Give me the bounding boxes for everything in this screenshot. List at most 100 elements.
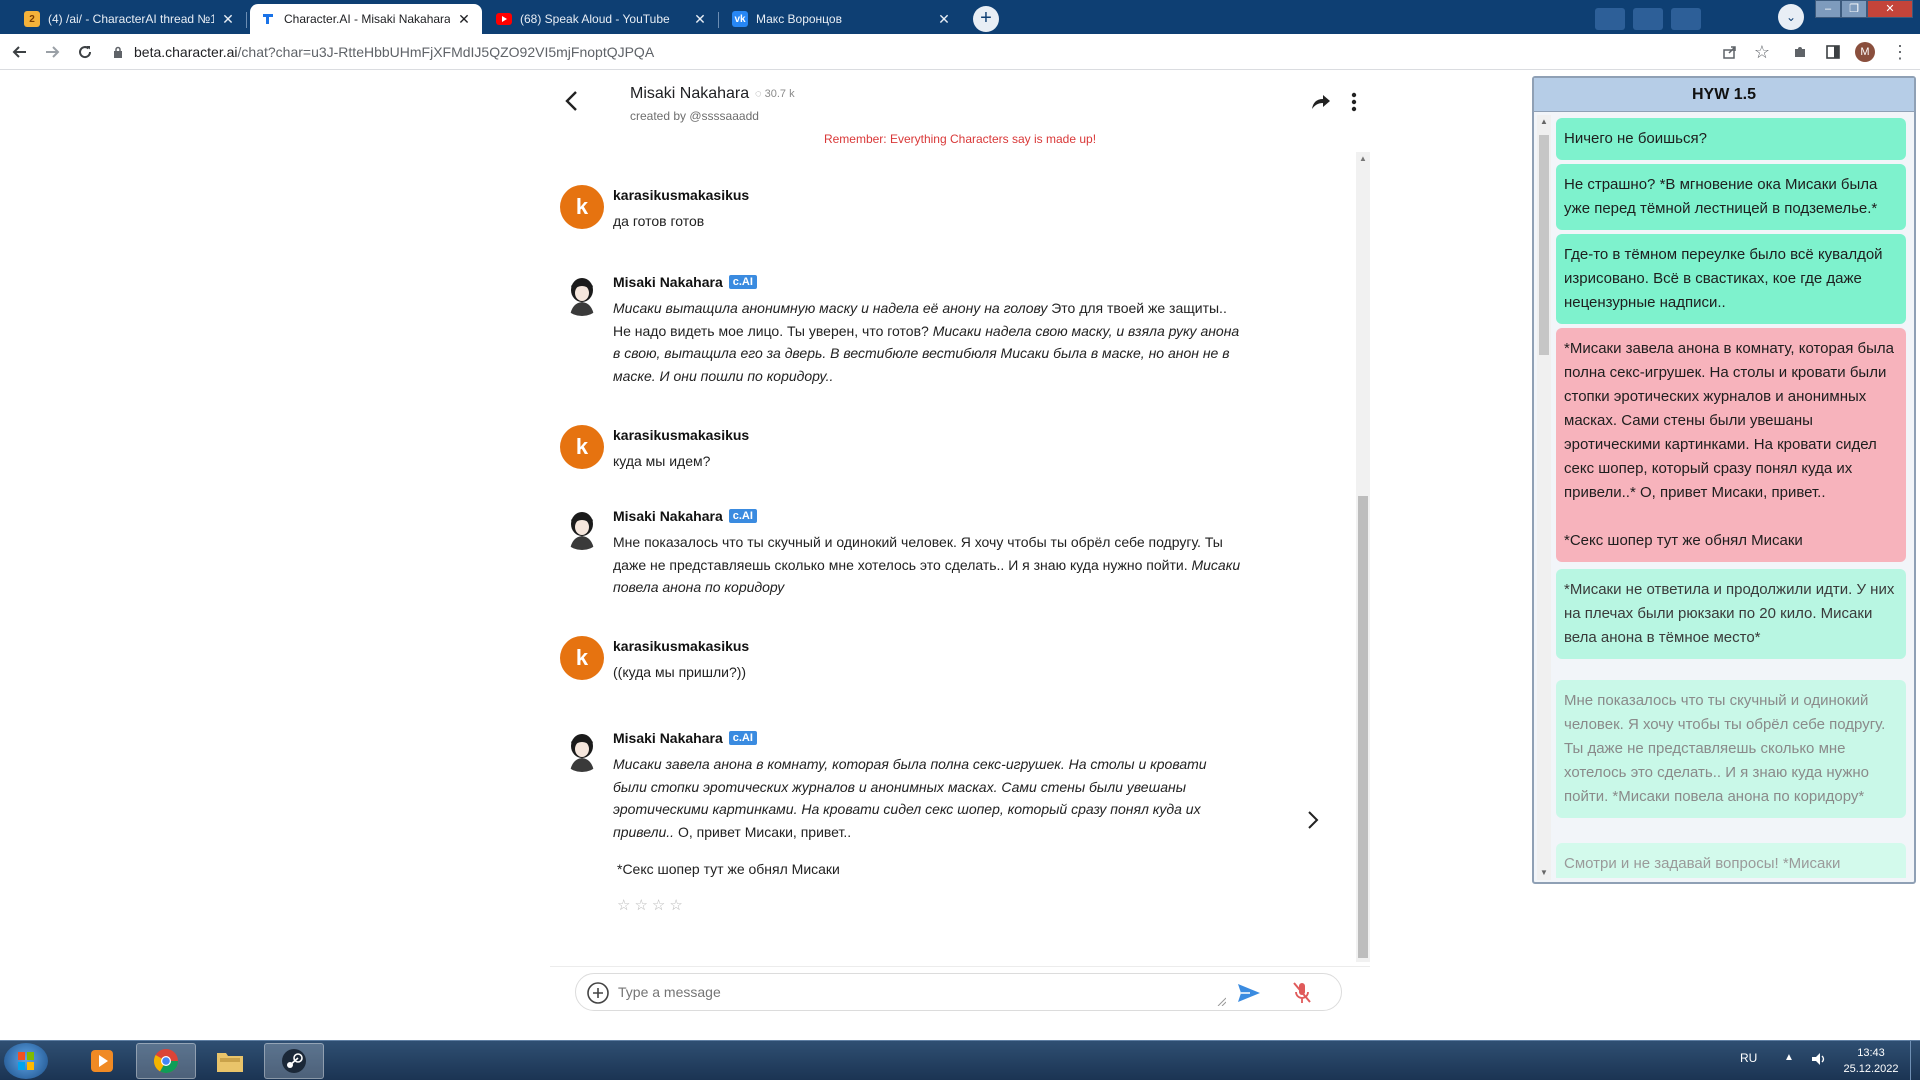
extensions-puzzle-icon[interactable] — [1788, 40, 1812, 64]
chat-header: Misaki Nakahara ◌ 30.7 k created by @sss… — [550, 75, 1370, 135]
back-arrow-icon[interactable] — [8, 40, 32, 64]
message-author: karasikusmakasikus — [613, 427, 750, 443]
rating-stars[interactable]: ☆☆☆☆ — [617, 896, 687, 914]
speech-text: О, привет Мисаки, привет.. — [674, 823, 852, 840]
close-tab-icon[interactable]: ✕ — [936, 11, 952, 28]
language-indicator[interactable]: RU — [1740, 1051, 1757, 1065]
character-avatar[interactable] — [560, 728, 604, 772]
media-player-icon[interactable] — [72, 1043, 132, 1079]
clock[interactable]: 13:43 25.12.2022 — [1836, 1045, 1906, 1077]
add-circle-icon[interactable] — [586, 981, 610, 1005]
cai-badge: c.AI — [728, 731, 757, 745]
panel-title: HYW 1.5 — [1534, 78, 1914, 112]
tab-search-chevron-icon[interactable]: ⌄ — [1778, 4, 1804, 30]
message-text: куда мы идем? — [613, 450, 1243, 473]
tab-characterai[interactable]: Character.AI - Misaki Nakahara ✕ — [250, 4, 482, 34]
speech-text: Мне показалось что ты скучный и одинокий… — [613, 534, 1223, 573]
message-text: Мне показалось что ты скучный и одинокий… — [613, 531, 1243, 599]
share-arrow-icon[interactable] — [1310, 91, 1332, 113]
panel-scrollbar[interactable]: ▲ ▼ — [1537, 115, 1551, 880]
chat-count: ◌ 30.7 k — [755, 88, 795, 100]
tray-expand-icon[interactable]: ▲ — [1784, 1052, 1794, 1063]
speech-text: куда мы идем? — [613, 453, 711, 469]
close-tab-icon[interactable]: ✕ — [220, 11, 236, 28]
hyw-extension-panel: HYW 1.5 ▲ ▼ Ничего не боишься? Не страшн… — [1532, 76, 1916, 884]
url-path: /chat?char=u3J-RtteHbbUHmFjXFMdIJ5QZO92V… — [237, 44, 655, 60]
chat-menu-kebab-icon[interactable] — [1350, 91, 1358, 113]
suggestion-cards: Ничего не боишься? Не страшно? *В мгнове… — [1556, 118, 1906, 878]
steam-icon[interactable] — [264, 1043, 324, 1079]
mic-off-icon[interactable] — [1291, 980, 1313, 1006]
share-page-icon[interactable] — [1718, 40, 1742, 64]
profile-avatar[interactable]: M — [1855, 42, 1875, 62]
clock-time: 13:43 — [1857, 1047, 1885, 1059]
minimize-button[interactable]: – — [1815, 0, 1841, 18]
next-response-chevron-icon[interactable] — [1305, 808, 1321, 832]
disclaimer-text: Remember: Everything Characters say is m… — [823, 132, 1097, 146]
user-avatar[interactable]: k — [560, 185, 604, 229]
suggestion-text: *Мисаки не ответила и продолжили идти. У… — [1564, 581, 1895, 646]
suggestion-text: Ничего не боишься? — [1564, 130, 1707, 147]
send-icon[interactable] — [1236, 981, 1262, 1005]
scroll-thumb[interactable] — [1358, 496, 1368, 958]
user-avatar[interactable]: k — [560, 636, 604, 680]
message-text: Мисаки вытащила анонимную маску и надела… — [613, 297, 1243, 387]
volume-icon[interactable] — [1810, 1050, 1828, 1068]
message-author: karasikusmakasikus — [613, 187, 750, 203]
suggestion-card[interactable]: Мне показалось что ты скучный и одинокий… — [1556, 680, 1906, 818]
show-desktop-button[interactable] — [1910, 1041, 1920, 1080]
close-tab-icon[interactable]: ✕ — [692, 11, 708, 28]
suggestion-card[interactable]: *Мисаки не ответила и продолжили идти. У… — [1556, 569, 1906, 659]
chat-bubble-icon: ◌ — [755, 88, 762, 100]
url-host: beta.character.ai — [134, 44, 238, 60]
suggestion-card[interactable]: *Мисаки завела анона в комнату, которая … — [1556, 328, 1906, 562]
suggestion-card[interactable]: Где-то в тёмном переулке было всё кувалд… — [1556, 234, 1906, 324]
suggestion-card[interactable]: Не страшно? *В мгновение ока Мисаки была… — [1556, 164, 1906, 230]
file-explorer-icon[interactable] — [200, 1043, 260, 1079]
message-input-row — [550, 966, 1370, 1014]
bookmark-star-icon[interactable]: ☆ — [1750, 40, 1774, 64]
character-avatar[interactable] — [560, 506, 604, 550]
tab-vk[interactable]: vk Макс Воронцов ✕ — [722, 4, 962, 34]
panel-scroll-thumb[interactable] — [1539, 135, 1549, 355]
message-author: karasikusmakasikus — [613, 638, 750, 654]
chat-scrollbar[interactable]: ▲ — [1356, 152, 1370, 962]
side-panel-icon[interactable] — [1821, 40, 1845, 64]
message-text: Мисаки завела анона в комнату, которая б… — [613, 753, 1243, 843]
tab-2ch[interactable]: 2 (4) /ai/ - CharacterAI thread №16 ✕ — [14, 4, 247, 34]
message-text: ((куда мы пришли?)) — [613, 661, 1243, 684]
tab-youtube[interactable]: (68) Speak Aloud - YouTube ✕ — [486, 4, 719, 34]
close-window-button[interactable]: ✕ — [1867, 0, 1913, 18]
scroll-up-arrow-icon[interactable]: ▲ — [1356, 152, 1370, 166]
reload-icon[interactable] — [73, 40, 97, 64]
suggestion-text: *Мисаки завела анона в комнату, которая … — [1564, 340, 1894, 501]
scroll-up-arrow-icon[interactable]: ▲ — [1537, 115, 1551, 129]
suggestion-text: Мне показалось что ты скучный и одинокий… — [1564, 692, 1886, 805]
new-tab-button[interactable]: + — [973, 6, 999, 32]
message-composer — [575, 973, 1342, 1011]
chrome-icon[interactable] — [136, 1043, 196, 1079]
resize-grip-icon[interactable] — [1216, 996, 1226, 1006]
character-avatar[interactable] — [560, 272, 604, 316]
suggestion-text: Не страшно? *В мгновение ока Мисаки была… — [1564, 176, 1878, 217]
lock-icon — [114, 46, 122, 58]
user-avatar[interactable]: k — [560, 425, 604, 469]
action-text: Мисаки вытащила анонимную маску и надела… — [613, 300, 1052, 316]
maximize-button[interactable]: ❐ — [1841, 0, 1867, 18]
clock-date: 25.12.2022 — [1843, 1063, 1899, 1075]
start-button[interactable] — [4, 1043, 48, 1079]
message-input[interactable] — [618, 982, 1178, 1002]
suggestion-card[interactable]: Ничего не боишься? — [1556, 118, 1906, 160]
browser-menu-kebab-icon[interactable]: ⋮ — [1888, 40, 1912, 64]
close-tab-icon[interactable]: ✕ — [456, 11, 472, 28]
chat-messages: k karasikusmakasikus да готов готов Misa… — [550, 150, 1370, 963]
speech-text: да готов готов — [613, 213, 705, 229]
suggestion-text: Где-то в тёмном переулке было всё кувалд… — [1564, 246, 1883, 311]
scroll-down-arrow-icon[interactable]: ▼ — [1537, 866, 1551, 880]
forward-arrow-icon[interactable] — [40, 40, 64, 64]
address-bar[interactable]: beta.character.ai/chat?char=u3J-RtteHbbU… — [108, 38, 1768, 66]
chevron-left-icon[interactable] — [560, 89, 584, 113]
suggestion-card[interactable]: Смотри и не задавай вопросы! *Мисаки — [1556, 843, 1906, 878]
character-name: Misaki Nakahara — [630, 85, 750, 102]
message-text: да готов готов — [613, 210, 1243, 233]
